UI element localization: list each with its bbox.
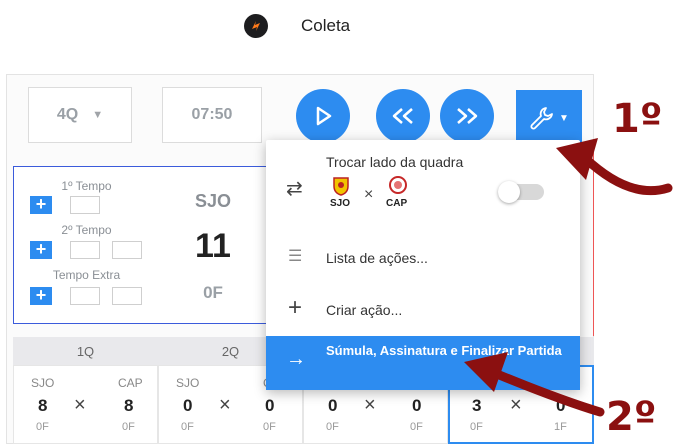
home-fouls: 0F [181, 421, 194, 433]
app-header [0, 0, 600, 56]
home-fouls: 0F [326, 421, 339, 433]
fast-forward-button[interactable] [440, 89, 494, 143]
play-button[interactable] [296, 89, 350, 143]
home-fouls: 0F [36, 421, 49, 433]
extra-time-label: Tempo Extra [52, 268, 121, 282]
settings-dropdown-menu: ⇄ Trocar lado da quadra SJO × CAP ☰ List… [266, 140, 580, 390]
game-clock[interactable]: 07:50 [162, 87, 262, 143]
timeout-slot [70, 196, 100, 214]
versus-icon: × [219, 394, 231, 416]
versus-icon: × [364, 186, 374, 203]
timeout-slot [70, 287, 100, 305]
settings-menu-button[interactable]: ▼ [516, 90, 582, 146]
swap-away-abbr: CAP [386, 198, 408, 209]
step-1-label: 1º [612, 96, 663, 142]
step-2-label: 2º [606, 394, 657, 440]
create-action-item[interactable]: + Criar ação... [266, 290, 580, 326]
home-abbr: SJO [176, 376, 200, 390]
team-score: 11 [195, 227, 231, 265]
away-fouls: 0F [122, 421, 135, 433]
away-abbr: CAP [118, 376, 143, 390]
add-timeout-second-button[interactable]: + [30, 240, 52, 259]
app-logo-icon [244, 14, 268, 38]
home-abbr: SJO [31, 376, 55, 390]
away-score: 8 [124, 396, 134, 415]
versus-icon: × [364, 394, 376, 416]
chevron-down-icon: ▼ [559, 112, 569, 124]
home-score: 0 [183, 396, 193, 415]
plus-icon: + [288, 294, 303, 321]
swap-court-label: Trocar lado da quadra [326, 154, 464, 170]
swap-side-toggle[interactable] [498, 181, 544, 203]
team-score-panel: SJO 11 0F [157, 166, 269, 324]
swap-court-side-item[interactable]: ⇄ Trocar lado da quadra SJO × CAP [266, 140, 580, 226]
away-fouls: 0F [410, 421, 423, 433]
arrow-right-icon: → [286, 348, 306, 370]
chevron-down-icon: ▼ [92, 109, 104, 121]
home-fouls: 0F [470, 421, 483, 433]
actions-list-item[interactable]: ☰ Lista de ações... [266, 240, 580, 276]
clock-value: 07:50 [191, 106, 233, 123]
play-icon [316, 106, 332, 126]
away-fouls: 1F [554, 421, 567, 433]
second-half-label: 2º Tempo [61, 223, 112, 237]
timeout-slot [70, 241, 100, 259]
swap-home-abbr: SJO [330, 198, 351, 209]
fast-forward-icon [457, 108, 478, 124]
home-score: 0 [328, 396, 338, 415]
versus-icon: × [510, 394, 522, 416]
timeouts-panel: 1º Tempo + 2º Tempo + Tempo Extra + [13, 166, 158, 324]
toggle-knob [498, 181, 520, 203]
create-action-label: Criar ação... [326, 302, 403, 318]
team-fouls: 0F [203, 283, 223, 302]
add-timeout-first-button[interactable]: + [30, 195, 52, 214]
timeout-slot [112, 287, 142, 305]
actions-list-label: Lista de ações... [326, 250, 428, 266]
away-score: 0 [556, 396, 566, 415]
first-half-label: 1º Tempo [61, 179, 112, 193]
add-timeout-extra-button[interactable]: + [30, 286, 52, 305]
annotation-arrow-1 [580, 153, 673, 196]
away-score: 0 [412, 396, 422, 415]
quarter-score-cell: SJO CAP 8 × 8 0F 0F [13, 365, 158, 444]
home-score: 8 [38, 396, 48, 415]
sjo-crest-icon [333, 177, 349, 196]
finish-match-item[interactable]: → Súmula, Assinatura e Finalizar Partida [266, 336, 580, 390]
timeout-slot [112, 241, 142, 259]
away-score: 0 [265, 396, 275, 415]
team-abbr: SJO [194, 191, 232, 211]
wrench-icon [530, 107, 553, 130]
court-side-border [578, 146, 594, 336]
home-score: 3 [472, 396, 482, 415]
app-title: Coleta [301, 16, 351, 35]
rewind-button[interactable] [376, 89, 430, 143]
cap-crest-icon [389, 176, 407, 194]
away-fouls: 0F [263, 421, 276, 433]
quarter-select[interactable]: 4Q ▼ [28, 87, 132, 143]
quarter-value: 4Q [56, 106, 79, 123]
swap-arrows-icon: ⇄ [286, 178, 303, 200]
finish-match-label: Súmula, Assinatura e Finalizar Partida [326, 343, 562, 358]
list-icon: ☰ [288, 248, 303, 265]
rewind-icon [392, 108, 413, 124]
versus-icon: × [74, 394, 86, 416]
quarter-header: 1Q [13, 337, 158, 365]
